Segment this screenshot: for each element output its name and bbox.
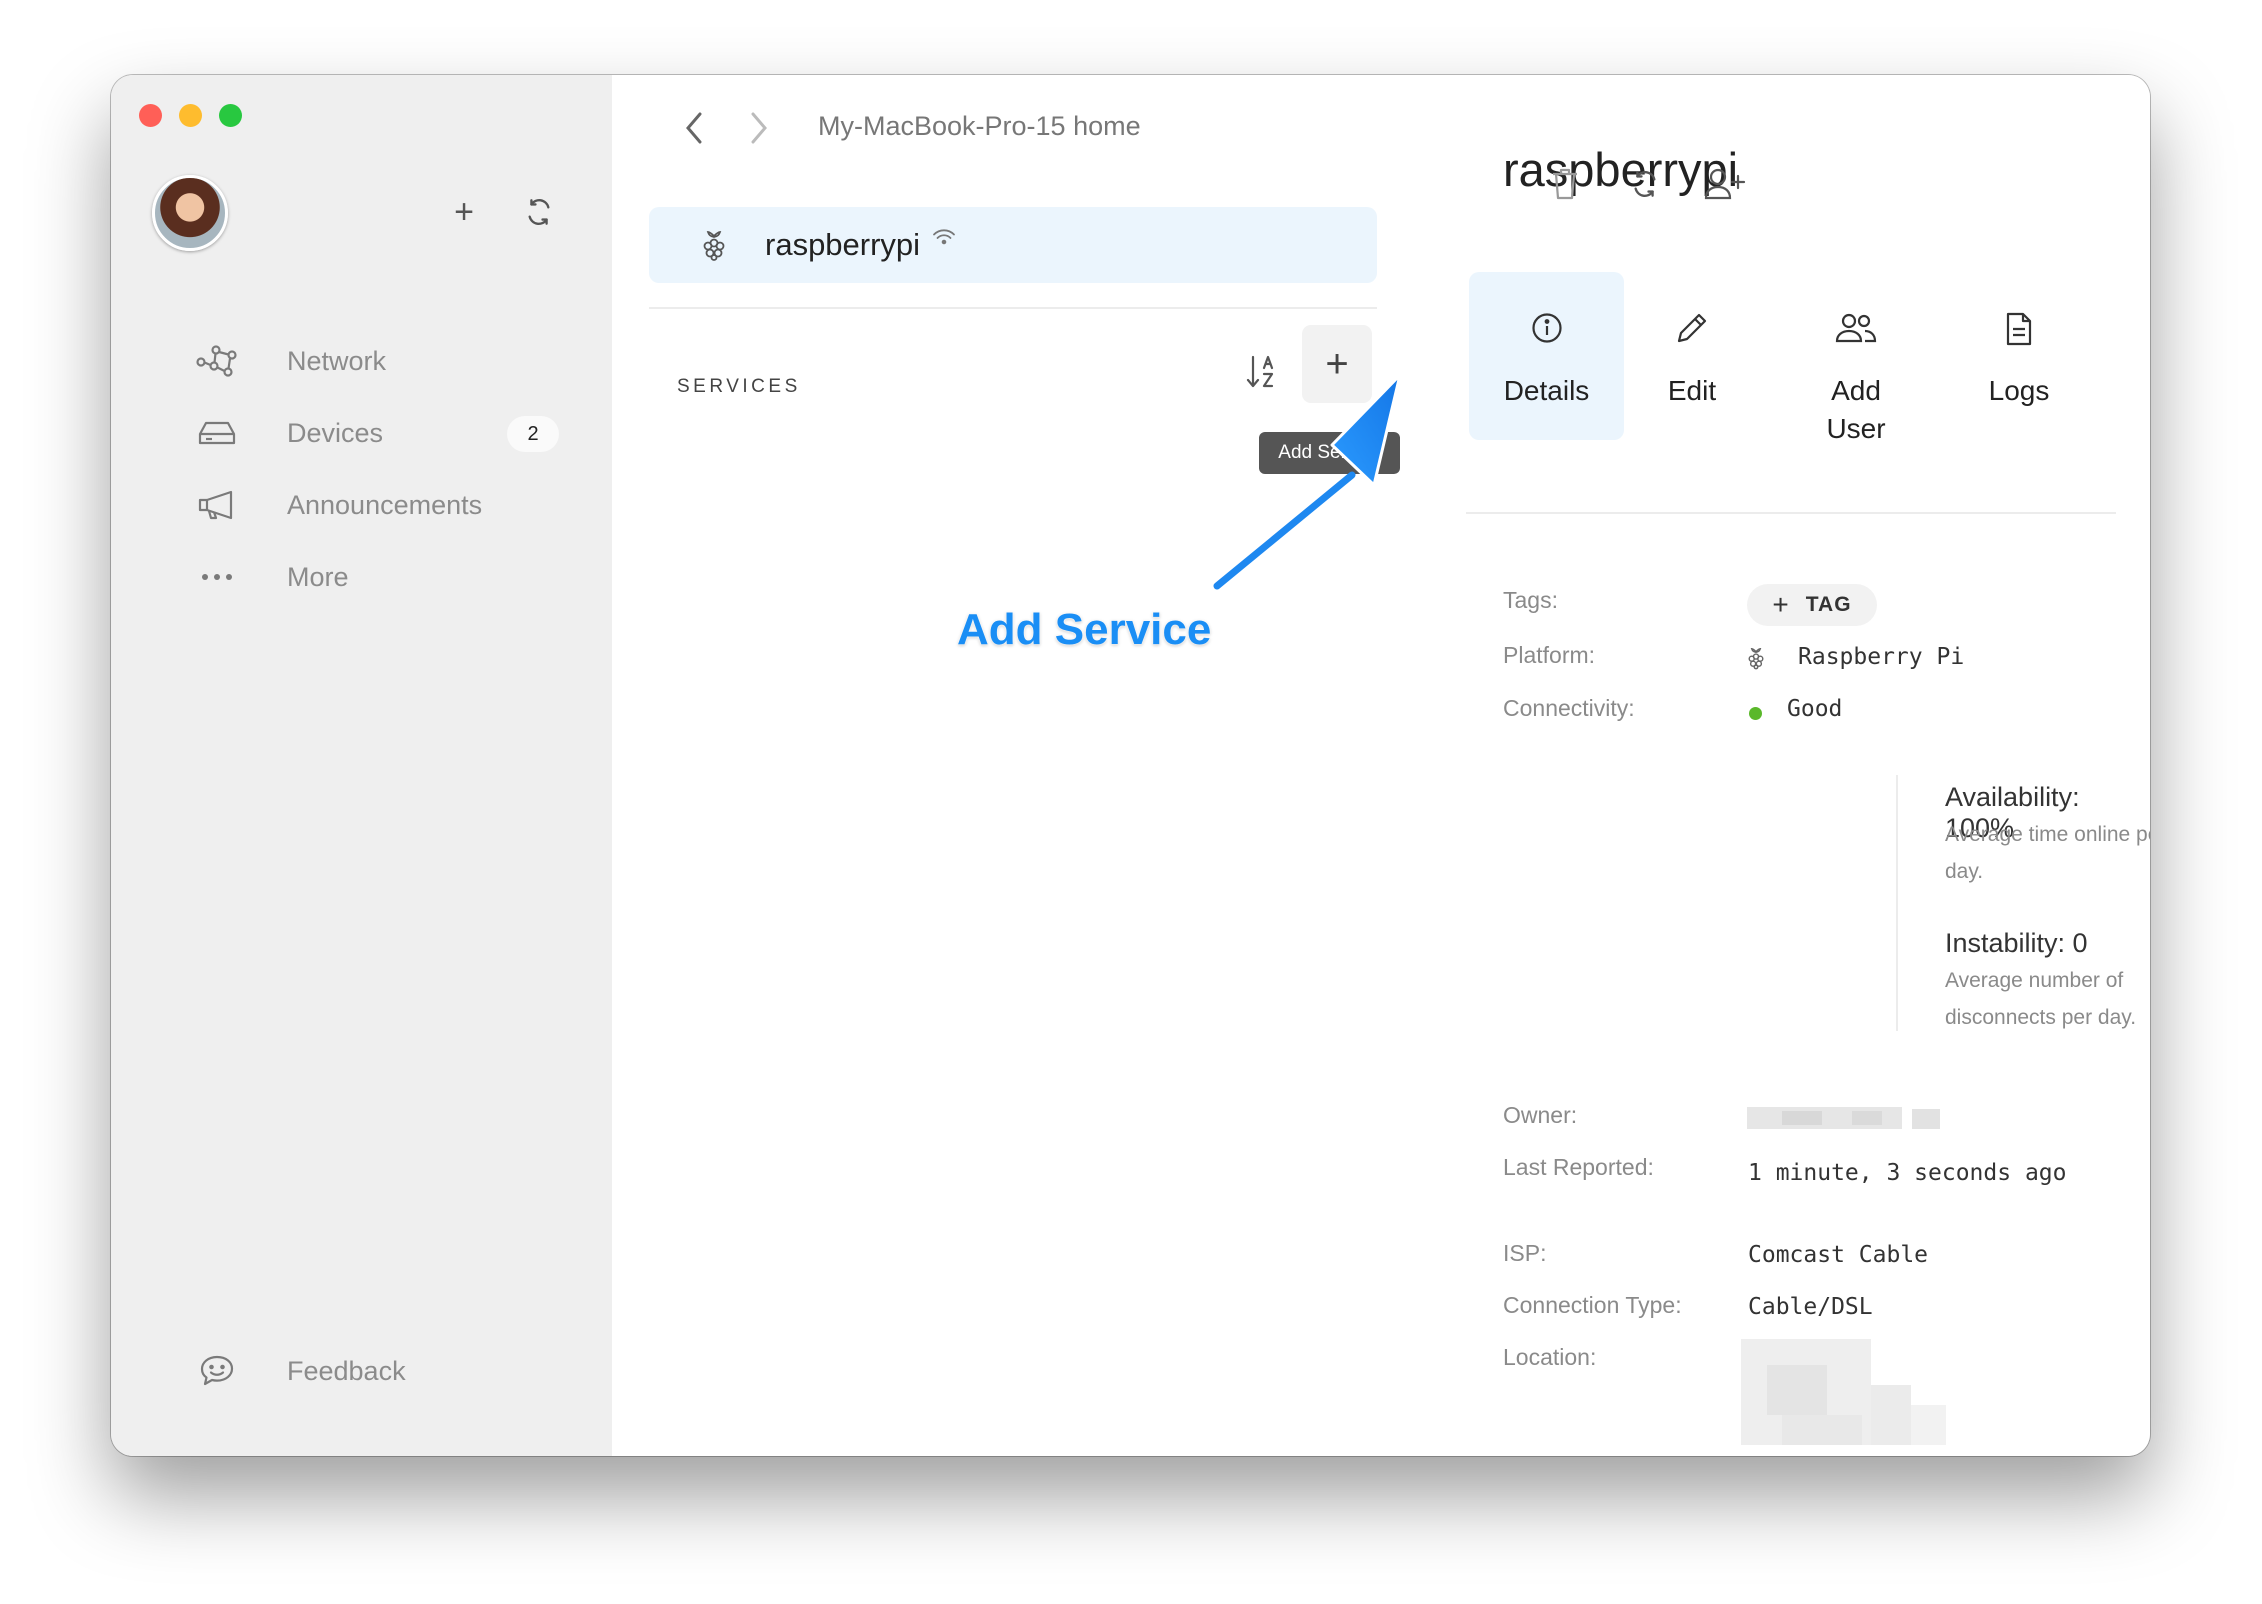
- sidebar-item-more[interactable]: More: [191, 548, 571, 606]
- sidebar: + Network Devices 2 Announcements More F…: [111, 75, 612, 1456]
- network-icon: [191, 344, 243, 378]
- app-window: + Network Devices 2 Announcements More F…: [111, 75, 2150, 1456]
- isp-value: Comcast Cable: [1748, 1242, 1929, 1268]
- zoom-window-button[interactable]: [219, 104, 242, 127]
- sidebar-item-feedback[interactable]: Feedback: [191, 1342, 571, 1400]
- sidebar-item-devices[interactable]: Devices 2: [191, 404, 571, 462]
- tag-button-label: TAG: [1805, 593, 1852, 616]
- availability-description: Average time online per day.: [1945, 823, 2150, 883]
- sidebar-item-network[interactable]: Network: [191, 332, 571, 390]
- info-icon: [1469, 312, 1624, 344]
- raspberry-pi-icon: [1746, 646, 1766, 675]
- plus-icon: +: [1772, 589, 1790, 620]
- tab-label: Logs: [1988, 375, 2050, 406]
- connection-type-value: Cable/DSL: [1748, 1294, 1873, 1320]
- add-button[interactable]: +: [442, 190, 486, 234]
- device-details-panel: raspberrypi Details Edit Add User Logs T…: [1422, 75, 2150, 1456]
- refresh-device-button[interactable]: [1618, 157, 1672, 211]
- stats-divider: [1896, 775, 1898, 1031]
- platform-label: Platform:: [1503, 642, 1596, 668]
- last-reported-value: 1 minute, 3 seconds ago: [1748, 1160, 2067, 1186]
- add-user-header-button[interactable]: [1698, 157, 1752, 211]
- devices-icon: [191, 419, 243, 447]
- pencil-icon: [1627, 312, 1757, 344]
- instability-description: Average number of disconnects per day.: [1945, 969, 2137, 1029]
- tab-details[interactable]: Details: [1469, 272, 1624, 440]
- instability-title: Instability: 0: [1945, 928, 2088, 958]
- platform-value: Raspberry Pi: [1798, 644, 1965, 670]
- refresh-icon: [1634, 171, 1656, 197]
- connectivity-value: Good: [1787, 696, 1843, 722]
- trash-icon: [1553, 168, 1577, 200]
- plus-icon: +: [454, 192, 474, 231]
- tab-add-user[interactable]: Add User: [1791, 272, 1921, 444]
- refresh-button[interactable]: [517, 190, 561, 234]
- connectivity-label: Connectivity:: [1503, 695, 1635, 721]
- devices-count-badge: 2: [507, 416, 559, 452]
- owner-label: Owner:: [1503, 1102, 1578, 1128]
- close-window-button[interactable]: [139, 104, 162, 127]
- connectivity-status-dot: [1749, 707, 1762, 720]
- tab-label: Details: [1503, 375, 1590, 406]
- document-icon: [1954, 312, 2084, 346]
- tab-logs[interactable]: Logs: [1954, 272, 2084, 440]
- add-service-annotation: Add Service: [957, 605, 1212, 654]
- services-panel: My-MacBook-Pro-15 home raspberrypi SERVI…: [612, 75, 1423, 1456]
- location-label: Location:: [1503, 1344, 1597, 1370]
- tab-edit[interactable]: Edit: [1627, 272, 1757, 440]
- sidebar-item-label: Network: [287, 345, 387, 376]
- megaphone-icon: [191, 489, 243, 521]
- connection-type-label: Connection Type:: [1503, 1292, 1682, 1318]
- users-icon: [1791, 312, 1921, 344]
- tabs-divider: [1466, 512, 2116, 514]
- tab-label: Add User: [1826, 375, 1886, 444]
- refresh-icon: [528, 199, 550, 225]
- sidebar-item-label: Announcements: [287, 489, 483, 520]
- more-icon: [191, 572, 243, 582]
- minimize-window-button[interactable]: [179, 104, 202, 127]
- sidebar-item-announcements[interactable]: Announcements: [191, 476, 571, 534]
- tab-label: Edit: [1667, 375, 1717, 406]
- feedback-icon: [191, 1354, 243, 1388]
- user-plus-icon: [1704, 168, 1746, 200]
- annotation-arrow: [1213, 373, 1402, 590]
- sidebar-item-label: Devices: [287, 417, 384, 448]
- user-avatar[interactable]: [152, 175, 228, 251]
- delete-button[interactable]: [1538, 157, 1592, 211]
- isp-label: ISP:: [1503, 1240, 1547, 1266]
- sidebar-item-label: Feedback: [287, 1355, 406, 1386]
- add-tag-button[interactable]: + TAG: [1747, 584, 1877, 626]
- sidebar-item-label: More: [287, 561, 349, 592]
- last-reported-label: Last Reported:: [1503, 1154, 1654, 1180]
- tags-label: Tags:: [1503, 587, 1558, 613]
